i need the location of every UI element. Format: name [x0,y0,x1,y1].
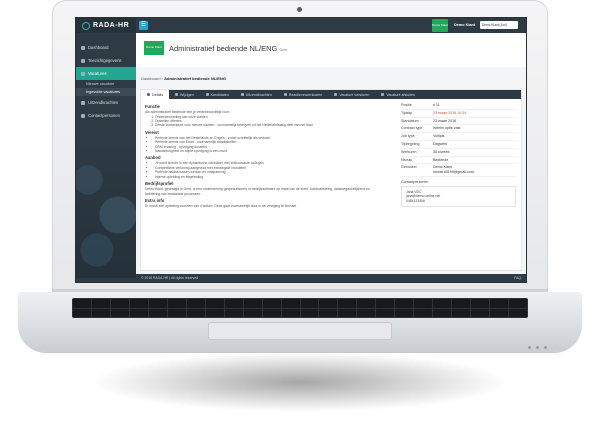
user-account-button[interactable]: Demo Klant [432,19,448,32]
close-icon [381,93,385,96]
vacancy-card: Details Wijzigen Kandidaten Uitzendkrach… [140,89,522,271]
functie-list: Ondersteuneding van onze klanten Opstell… [145,115,385,128]
contact-card: Jana VDC jana@demo-online.net 0484123456 [401,185,516,208]
sidebar-item-dashboard[interactable]: Dashboard [76,41,136,54]
brand-logo[interactable]: RADA-HR [76,18,136,33]
client-tag: Demo Klant [144,41,164,55]
sidebar-item-contactpersonen[interactable]: Contactpersonen [76,109,136,122]
user-select[interactable]: Demo Klant (Jorl) [480,21,518,29]
tab-versturen[interactable]: Vacature versturen [328,90,375,99]
sidebar-item-uitzendkrachten[interactable]: Uitzendkrachten [76,96,136,109]
tab-afsluiten[interactable]: Vacature afsluiten [375,90,421,99]
laptop-screen: RADA-HR Dashboard Toezichtgegevens Vacat… [75,17,527,283]
tab-reactie[interactable]: Reactieverwerkosten [278,90,329,99]
user-name: Demo Klant [454,23,476,27]
top-bar: ☰ Demo Klant Demo Klant Demo Klant (Jorl… [136,18,526,33]
detail-row: Startdatum 23 maart 2018 [401,118,516,126]
section-heading: Bedrijfsprofiel [145,181,174,187]
sidebar-item-label: Toezichtgegevens [88,58,122,63]
edit-icon [175,93,178,96]
tab-bar: Details Wijzigen Kandidaten Uitzendkrach… [141,90,521,99]
list-item: Interne opleiding en begeleiding [155,175,385,179]
section-heading: Aanbod [145,155,161,161]
contact-label: Contactpersonen [401,179,429,184]
tab-details[interactable]: Details [141,90,169,99]
section-heading: Extra info [145,198,165,204]
detail-row: Tijdstip 23 maart 2018 10:34 [401,110,516,118]
list-item: Nauwkeurigheid en stipte opvolging is ee… [155,149,385,153]
breadcrumb-root[interactable]: Dashboard [141,76,161,81]
footer: © 2018 RADA-HR | All rights reserved FAQ [136,274,526,282]
faq-link[interactable]: FAQ [514,274,521,282]
sidebar-sub-filled-vacancies[interactable]: Ingevulde vacatures [76,88,136,96]
breadcrumb-current: Administratief bediende NL/ENG [164,76,226,81]
section-heading: Functie [145,104,160,109]
vereist-list: Perfecte kennis van het Nederlands en En… [145,136,385,154]
user-icon [205,93,209,96]
sidebar-sub-new-vacancy[interactable]: Nieuwe vacature [76,80,136,88]
keyboard [72,298,528,318]
detail-row: Positie # 11 [401,102,516,110]
sidebar-item-vacatures[interactable]: Vacatures [76,67,136,80]
status-led [528,346,531,349]
laptop-shadow [90,352,510,412]
list-item: Eerste contactpunt voor nieuwe klanten -… [155,123,385,127]
sidebar-item-label: Vacatures [88,71,107,76]
brand-name: RADA-HR [93,22,130,29]
detail-row: Niveau Bediende [401,157,516,165]
section-heading: Vereist [145,129,159,135]
status-led [544,346,547,349]
briefcase-icon [81,71,85,76]
section-text: Demo Klant, gevestigd in Gent, is een on… [145,187,370,196]
tab-wijzigen[interactable]: Wijzigen [169,90,200,99]
tab-kandidaten[interactable]: Kandidaten [200,90,235,99]
detail-row: Job type Voltijds [401,133,516,141]
sidebar-item-label: Contactpersonen [88,113,120,118]
main-content: Demo Klant Administratief bediende NL/EN… [136,33,526,274]
page-title-suffix: Gent [279,48,288,52]
detail-row: Contract type Interim optie vast [401,125,516,134]
detail-row: Gebruiker Demo Klant lonnat.d0199@gmail.… [401,164,516,177]
send-icon [334,93,338,96]
vacancy-description: Functie Als administratief bediende ben … [145,102,385,209]
shield-icon [81,58,85,63]
chat-icon [283,93,287,96]
page-header: Demo Klant Administratief bediende NL/EN… [136,33,526,67]
aanbod-list: Je komt terecht in een dynamische werksf… [145,161,385,179]
detail-row: Tijdregeling Dagwerk [401,141,516,149]
contact-icon [81,113,85,118]
breadcrumb: Dashboard › Administratief bediende NL/E… [141,76,226,81]
detail-row: Werkuren 38 u/week [401,149,516,157]
sidebar-background-art [76,138,136,278]
sidebar-item-label: Uitzendkrachten [88,100,119,105]
users-icon [81,100,85,105]
page-title: Administratief bediende NL/ENG Gent [169,44,288,53]
tab-uitzendkrachten[interactable]: Uitzendkrachten [235,90,278,99]
sidebar-item-toezicht[interactable]: Toezichtgegevens [76,54,136,67]
sidebar-item-label: Dashboard [88,45,109,50]
logo-icon [82,21,90,30]
webcam [297,7,302,12]
users-icon [240,93,244,96]
user-email[interactable]: lonnat.d0199@gmail.com [433,170,474,174]
section-text: Er wordt een opleiding voorzien van 4 we… [145,204,298,209]
user-value: Demo Klant [433,165,452,170]
copyright: © 2018 RADA-HR | All rights reserved [141,276,199,280]
contact-phone: 0484123456 [406,198,425,203]
status-led [536,346,539,349]
vacancy-details: Positie # 11 Tijdstip 23 maart 2018 10:34 … [401,102,516,208]
menu-toggle-button[interactable]: ☰ [139,21,148,30]
trackpad [208,322,392,340]
sidebar: RADA-HR Dashboard Toezichtgegevens Vacat… [76,18,136,282]
dashboard-icon [81,45,85,50]
info-icon [147,93,150,96]
